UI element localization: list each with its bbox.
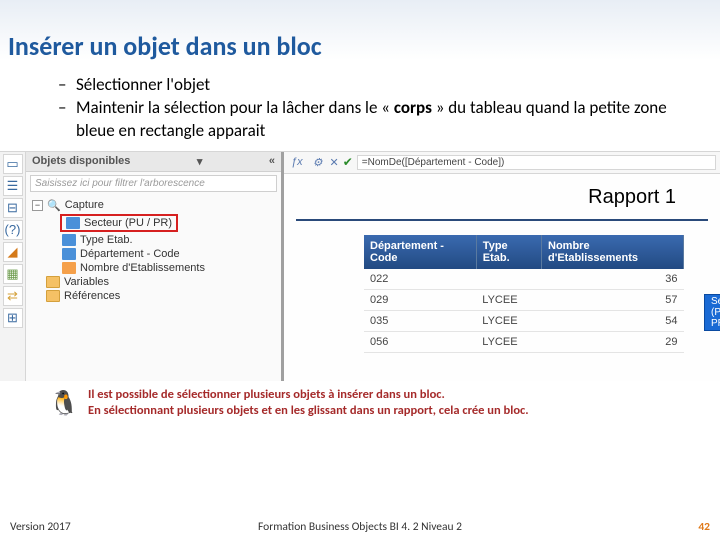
tree-root[interactable]: − 🔍 Capture (32, 198, 277, 213)
table-row[interactable]: 035LYCEE54 (364, 310, 684, 331)
folder-icon (46, 290, 60, 302)
tip-line: En sélectionnant plusieurs objets et en … (88, 403, 529, 419)
tree-variables[interactable]: Variables (32, 275, 277, 289)
filter-input[interactable]: Saisissez ici pour filtrer l'arborescenc… (30, 175, 277, 192)
tool-help-icon[interactable]: (?) (3, 220, 23, 240)
object-tree: − 🔍 Capture Secteur (PU / PR) Type Etab.… (26, 195, 281, 381)
fx-icon[interactable]: ƒx (288, 156, 306, 168)
report-area: ƒx ⚙ ✕ ✔ =NomDe([Département - Code]) Ra… (284, 152, 720, 381)
page-number: 42 (698, 520, 710, 534)
tip-note: 🐧 Il est possible de sélectionner plusie… (0, 381, 720, 425)
table-row[interactable]: 02236 (364, 269, 684, 290)
dropdown-icon[interactable]: ▾ (197, 155, 203, 168)
tool-swap-icon[interactable]: ⇄ (3, 286, 23, 306)
tool-nav-icon[interactable]: ⊟ (3, 198, 23, 218)
objects-panel: Objets disponibles ▾ « Saisissez ici pou… (26, 152, 284, 381)
folder-icon (46, 276, 60, 288)
app-screenshot: ▭ ☰ ⊟ (?) ◢ ▦ ⇄ ⊞ Objets disponibles ▾ «… (0, 151, 720, 381)
dimension-icon (62, 234, 76, 246)
tip-line: Il est possible de sélectionner plusieur… (88, 387, 529, 403)
tree-item-type[interactable]: Type Etab. (32, 233, 277, 247)
tool-chart-icon[interactable]: ◢ (3, 242, 23, 262)
tool-tree-icon[interactable]: ☰ (3, 176, 23, 196)
col-header[interactable]: Département - Code (364, 235, 476, 269)
panel-title: Objets disponibles (32, 155, 130, 167)
bullet-1: Sélectionner l'objet (58, 74, 700, 97)
table-row[interactable]: 056LYCEE29 (364, 331, 684, 352)
tool-doc-icon[interactable]: ▭ (3, 154, 23, 174)
collapse-toggle-icon[interactable]: − (32, 200, 43, 211)
panel-header: Objets disponibles ▾ « (26, 152, 281, 172)
tree-references[interactable]: Références (32, 289, 277, 303)
cancel-icon[interactable]: ✕ (330, 156, 339, 169)
bullet-list: Sélectionner l'objet Maintenir la sélect… (0, 62, 720, 149)
fx-wizard-icon[interactable]: ⚙ (310, 156, 326, 169)
table-row[interactable]: 029LYCEE57 (364, 289, 684, 310)
report-title: Rapport 1 (296, 182, 708, 221)
tree-item-dept[interactable]: Département - Code (32, 247, 277, 261)
col-header[interactable]: Type Etab. (476, 235, 541, 269)
footer-center: Formation Business Objects BI 4. 2 Nivea… (258, 520, 462, 534)
footer-version: Version 2017 (10, 520, 71, 534)
bullet-2: Maintenir la sélection pour la lâcher da… (58, 97, 700, 143)
tool-layout-icon[interactable]: ⊞ (3, 308, 23, 328)
dimension-icon (62, 248, 76, 260)
dimension-icon (66, 217, 80, 229)
measure-icon (62, 262, 76, 274)
report-canvas[interactable]: Rapport 1 Département - Code Type Etab. … (284, 174, 720, 381)
tree-item-secteur[interactable]: Secteur (PU / PR) (32, 213, 277, 233)
slide-footer: Version 2017 Formation Business Objects … (0, 520, 720, 534)
report-table: Département - Code Type Etab. Nombre d'E… (364, 235, 684, 353)
tree-item-nb[interactable]: Nombre d'Etablissements (32, 261, 277, 275)
collapse-icon[interactable]: « (269, 155, 275, 167)
penguin-icon: 🐧 (48, 387, 80, 421)
col-header[interactable]: Nombre d'Etablissements (542, 235, 684, 269)
query-icon: 🔍 (47, 199, 61, 212)
validate-icon[interactable]: ✔ (343, 155, 353, 169)
formula-bar: ƒx ⚙ ✕ ✔ =NomDe([Département - Code]) (284, 152, 720, 174)
slide-title: Insérer un objet dans un bloc (0, 0, 720, 62)
drag-ghost: Secteur (PU / PR) (704, 294, 720, 331)
tool-table-icon[interactable]: ▦ (3, 264, 23, 284)
formula-input[interactable]: =NomDe([Département - Code]) (357, 155, 716, 170)
vertical-toolbar: ▭ ☰ ⊟ (?) ◢ ▦ ⇄ ⊞ (0, 152, 26, 381)
